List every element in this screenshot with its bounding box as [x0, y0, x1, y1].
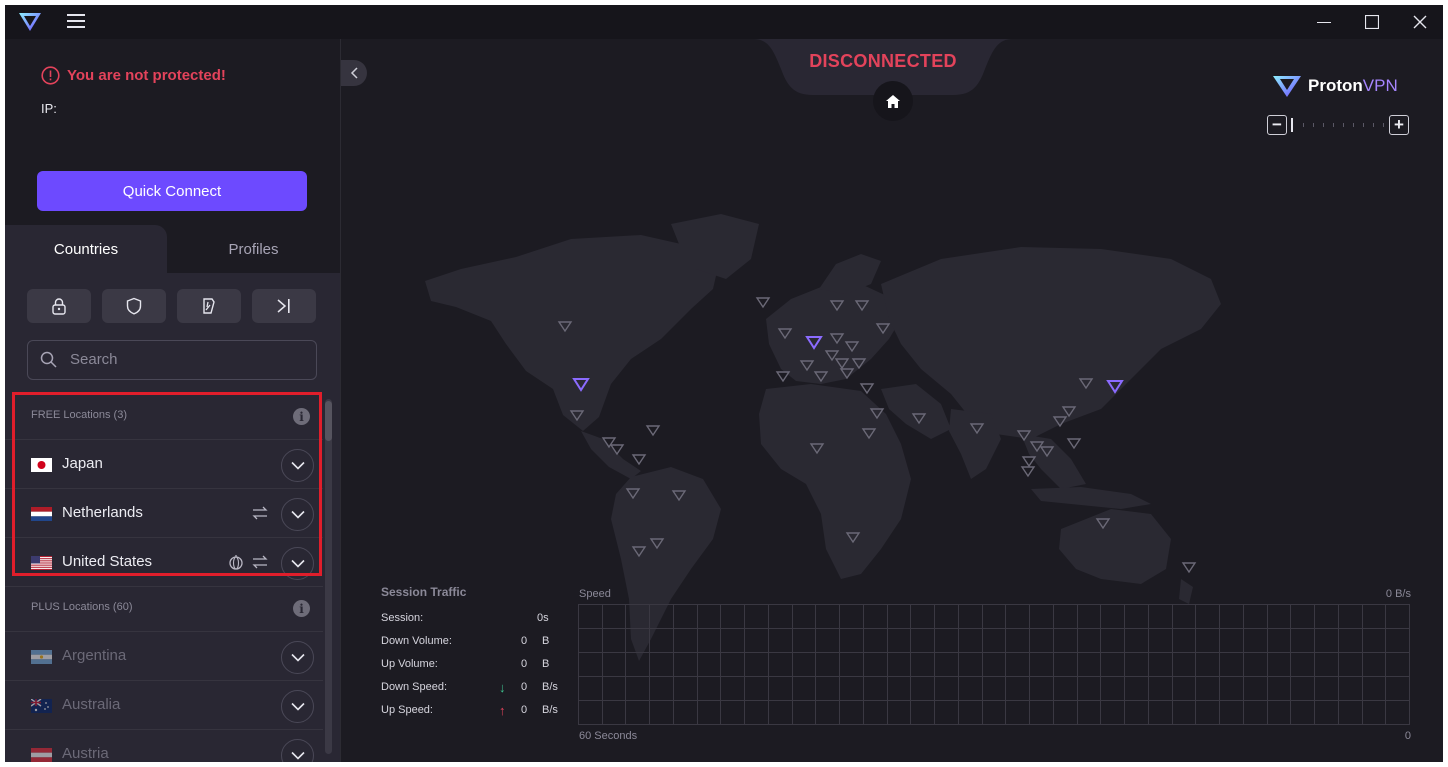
- protection-status-text: You are not protected!: [67, 67, 226, 84]
- zoom-slider[interactable]: [1291, 114, 1385, 136]
- traffic-value: 0: [521, 658, 528, 670]
- traffic-row-up-speed: Up Speed: ↑ 0 B/s: [381, 703, 571, 727]
- traffic-label: Down Volume:: [381, 635, 452, 647]
- plus-locations-label: PLUS Locations (60): [31, 601, 133, 613]
- shield-icon: [126, 297, 142, 315]
- maximize-button[interactable]: [1349, 5, 1395, 39]
- chevron-down-icon: [290, 653, 305, 662]
- chevron-down-icon: [290, 751, 305, 760]
- search-icon: [40, 351, 57, 368]
- plus-locations-header: PLUS Locations (60) i: [5, 586, 323, 631]
- traffic-row-down-speed: Down Speed: ↓ 0 B/s: [381, 680, 571, 704]
- expand-button[interactable]: [281, 690, 314, 723]
- traffic-row-up-volume: Up Volume: 0 B: [381, 658, 571, 681]
- country-row-argentina[interactable]: Argentina: [5, 631, 323, 681]
- close-button[interactable]: [1397, 5, 1443, 39]
- traffic-row-session: Session: 0s: [381, 612, 571, 635]
- country-name: Australia: [62, 696, 121, 713]
- p2p-filter-button[interactable]: [177, 289, 241, 323]
- info-icon[interactable]: i: [293, 600, 310, 617]
- secure-core-filter-button[interactable]: [27, 289, 91, 323]
- zoom-in-button[interactable]: +: [1389, 115, 1409, 135]
- hamburger-menu-icon[interactable]: [67, 13, 85, 29]
- collapse-sidebar-button[interactable]: [341, 60, 367, 86]
- traffic-value: 0: [521, 704, 528, 716]
- home-button[interactable]: [873, 81, 913, 121]
- list-scrollbar-track[interactable]: [325, 399, 332, 754]
- traffic-value: 0s: [537, 612, 549, 624]
- argentina-flag-icon: [31, 650, 52, 664]
- search-box: [27, 340, 317, 380]
- connection-status: DISCONNECTED: [809, 51, 957, 71]
- protonvpn-logo-icon: [1273, 76, 1301, 97]
- home-icon: [886, 94, 900, 108]
- country-row-australia[interactable]: Australia: [5, 680, 323, 730]
- austria-flag-icon: [31, 748, 52, 762]
- traffic-label: Session:: [381, 612, 424, 624]
- speed-chart-x-label: 60 Seconds: [579, 730, 638, 742]
- shield-filter-button[interactable]: [102, 289, 166, 323]
- traffic-unit: B: [542, 658, 550, 670]
- warning-icon: [41, 66, 60, 85]
- speed-chart-zero: 0: [1404, 730, 1411, 742]
- country-name: Argentina: [62, 647, 127, 664]
- minimize-button[interactable]: [1301, 5, 1347, 39]
- speed-chart-grid: [578, 604, 1410, 725]
- tor-icon: [277, 299, 290, 313]
- country-name: Austria: [62, 745, 109, 762]
- brand-name-vpn: VPN: [1362, 76, 1398, 95]
- zoom-out-button[interactable]: −: [1267, 115, 1287, 135]
- traffic-value: 0: [521, 681, 528, 693]
- chevron-down-icon: [290, 702, 305, 711]
- expand-button[interactable]: [281, 739, 314, 762]
- sidebar-tabs: Countries Profiles: [5, 225, 340, 273]
- title-bar: [5, 5, 1443, 39]
- country-row-austria[interactable]: Austria: [5, 729, 323, 762]
- traffic-unit: B: [542, 635, 550, 647]
- session-traffic-panel: Session Traffic Session: 0s Down Volume:…: [381, 585, 571, 727]
- expand-button[interactable]: [281, 641, 314, 674]
- traffic-unit: B/s: [542, 681, 558, 693]
- protection-status: You are not protected!: [41, 66, 226, 85]
- map-view: DISCONNECTED ProtonVPN − + Session Traff…: [341, 39, 1443, 762]
- up-arrow-icon: ↑: [499, 703, 506, 718]
- traffic-unit: B/s: [542, 704, 558, 716]
- protonvpn-logo-icon: [19, 13, 41, 31]
- down-arrow-icon: ↓: [499, 680, 506, 695]
- tor-filter-button[interactable]: [252, 289, 316, 323]
- speed-chart-max: 0 B/s: [1385, 588, 1411, 600]
- traffic-label: Down Speed:: [381, 681, 448, 693]
- brand-name-proton: Proton: [1308, 76, 1363, 95]
- traffic-value: 0: [521, 635, 528, 647]
- p2p-icon: [203, 298, 215, 314]
- map-zoom-control: − +: [1267, 114, 1409, 136]
- list-scrollbar-thumb[interactable]: [325, 401, 332, 441]
- traffic-label: Up Volume:: [381, 658, 438, 670]
- traffic-label: Up Speed:: [381, 704, 433, 716]
- session-traffic-title: Session Traffic: [381, 585, 467, 599]
- speed-chart-label: Speed: [579, 588, 611, 600]
- maximize-icon: [1365, 15, 1379, 29]
- protonvpn-brand: ProtonVPN: [1272, 73, 1398, 99]
- quick-connect-button[interactable]: Quick Connect: [37, 171, 307, 211]
- app-window: You are not protected! IP: Quick Connect…: [5, 5, 1443, 762]
- tab-profiles[interactable]: Profiles: [167, 225, 340, 273]
- search-input[interactable]: [68, 350, 302, 369]
- australia-flag-icon: [31, 699, 52, 713]
- tab-countries[interactable]: Countries: [5, 225, 167, 273]
- secure-core-lock-icon: [52, 298, 66, 315]
- highlight-box: [12, 392, 322, 576]
- minimize-icon: [1317, 22, 1331, 23]
- close-icon: [1413, 15, 1427, 29]
- traffic-row-down-volume: Down Volume: 0 B: [381, 635, 571, 658]
- chevron-left-icon: [350, 67, 358, 79]
- ip-label: IP:: [41, 101, 57, 116]
